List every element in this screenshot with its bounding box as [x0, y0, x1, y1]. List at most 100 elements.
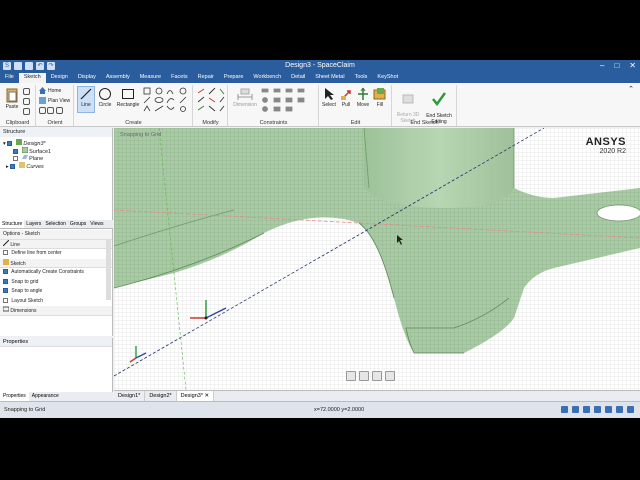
select-button[interactable]: Select [321, 87, 337, 108]
display-icon[interactable] [605, 406, 612, 413]
close-icon[interactable]: ✕ [629, 61, 636, 70]
tab-assembly[interactable]: Assembly [101, 73, 135, 83]
mini-tool-4-icon[interactable] [385, 371, 395, 381]
expand-icon[interactable]: ▸ [6, 164, 9, 170]
expand-icon[interactable]: ▾ [3, 141, 6, 147]
fill-button[interactable]: Fill [372, 87, 388, 108]
3d-viewport[interactable]: Snapping to Grid ANSYS 2020 R2 [114, 128, 640, 390]
view-icon[interactable] [583, 406, 590, 413]
end-sketch-group-label: End Sketch [410, 120, 439, 126]
group-constraints: Dimension Constraints [229, 85, 319, 126]
filter-icon[interactable] [572, 406, 579, 413]
tab-display[interactable]: Display [73, 73, 101, 83]
circle-button[interactable]: Circle [97, 87, 113, 108]
modify-tools-icon[interactable] [196, 87, 226, 114]
auto-constraints-checkbox[interactable] [3, 269, 8, 275]
visibility-checkbox[interactable] [10, 163, 16, 169]
tab-keyshot[interactable]: KeyShot [372, 73, 403, 83]
mini-tool-3-icon[interactable] [372, 371, 382, 381]
tab-measure[interactable]: Measure [135, 73, 166, 83]
tree-item-curves[interactable]: ▸ Curves [3, 161, 109, 170]
constraint-tools-icon[interactable] [261, 87, 317, 114]
snapping-label: Snapping to Grid [120, 132, 162, 138]
visibility-checkbox[interactable] [13, 156, 18, 162]
line-section[interactable]: Line [0, 239, 112, 249]
maximize-icon[interactable]: □ [614, 61, 619, 70]
layout-sketch-option[interactable]: Layout Sketch [0, 297, 112, 307]
paste-button[interactable]: Paste [4, 87, 20, 110]
model-canvas[interactable] [114, 128, 640, 390]
tree-item-plane[interactable]: Plane [3, 154, 109, 162]
tab-structure[interactable]: Structure [0, 220, 25, 228]
plan-view-button[interactable]: Plan View [39, 97, 70, 104]
mini-toolbar [346, 371, 395, 381]
return-3d-button[interactable]: Return 3D Sketch [395, 87, 421, 124]
minimize-icon[interactable]: – [600, 61, 604, 70]
options-title: Options - Sketch [0, 230, 112, 240]
mini-tool-1-icon[interactable] [346, 371, 356, 381]
tab-views[interactable]: Views [88, 220, 105, 228]
fill-icon [373, 88, 386, 100]
visibility-checkbox[interactable] [7, 141, 13, 147]
options-scrollbar[interactable] [106, 240, 111, 300]
tab-design[interactable]: Design [46, 73, 73, 83]
rectangle-button[interactable]: Rectangle [115, 87, 141, 108]
cut-icon[interactable] [23, 88, 30, 97]
snap-to-grid-checkbox[interactable] [3, 278, 8, 284]
group-clipboard: Paste Clipboard [0, 85, 36, 126]
close-tab-icon[interactable]: ✕ [205, 393, 210, 399]
tab-prepare[interactable]: Prepare [219, 73, 249, 83]
snap-to-angle-checkbox[interactable] [3, 288, 8, 294]
sketch-section[interactable]: Sketch [0, 258, 112, 268]
circle-icon [99, 88, 111, 100]
doc-tab-design3[interactable]: Design3* ✕ [176, 391, 215, 401]
tab-groups[interactable]: Groups [68, 220, 88, 228]
home-button[interactable]: Home [39, 87, 61, 94]
tree-item-surface1[interactable]: Surface1 [3, 146, 109, 155]
home-icon [39, 87, 46, 94]
select-mode-icon[interactable] [561, 406, 568, 413]
auto-constraints-option[interactable]: Automatically Create Constraints [0, 268, 112, 278]
tab-file[interactable]: File [0, 73, 19, 83]
dimensions-section[interactable]: Dimensions [0, 306, 112, 316]
tab-repair[interactable]: Repair [193, 73, 219, 83]
visibility-checkbox[interactable] [13, 148, 18, 154]
settings-icon[interactable] [616, 406, 623, 413]
tab-workbench[interactable]: Workbench [248, 73, 286, 83]
surface-icon [21, 146, 29, 153]
select-arrow-icon [325, 88, 334, 100]
tab-facets[interactable]: Facets [166, 73, 193, 83]
mini-tool-2-icon[interactable] [359, 371, 369, 381]
constraints-group-label: Constraints [259, 120, 288, 126]
zoom-icon[interactable] [594, 406, 601, 413]
orient-tools[interactable] [39, 107, 63, 116]
layout-sketch-checkbox[interactable] [3, 297, 8, 303]
line-icon [2, 239, 10, 246]
help-icon[interactable] [627, 406, 634, 413]
tab-appearance[interactable]: Appearance [29, 392, 62, 401]
paste-icon [6, 88, 18, 103]
doc-tab-design2[interactable]: Design2* [145, 391, 177, 401]
tab-properties[interactable]: Properties [0, 392, 29, 401]
format-icon[interactable] [23, 108, 30, 117]
pull-button[interactable]: Pull [338, 87, 354, 108]
define-line-from-center-option[interactable]: Define line from center [0, 249, 112, 259]
copy-icon[interactable] [23, 98, 30, 107]
snap-to-angle-option[interactable]: Snap to angle [0, 287, 112, 297]
tab-sketch[interactable]: Sketch [18, 73, 46, 83]
tree-item-design3[interactable]: ▾ Design3* [3, 139, 109, 147]
create-tools-icon[interactable] [143, 87, 191, 113]
doc-tab-design1[interactable]: Design1* [114, 391, 146, 401]
move-button[interactable]: Move [355, 87, 371, 108]
tab-layers[interactable]: Layers [24, 220, 43, 228]
tab-detail[interactable]: Detail [286, 73, 310, 83]
line-button[interactable]: Line [77, 86, 95, 113]
ribbon-collapse-icon[interactable]: ⌃ [628, 85, 634, 93]
sketch-icon [3, 258, 9, 265]
tab-sheet-metal[interactable]: Sheet Metal [310, 73, 349, 83]
tab-selection[interactable]: Selection [43, 220, 68, 228]
dimension-button[interactable]: Dimension [231, 87, 259, 108]
snap-to-grid-option[interactable]: Snap to grid [0, 278, 112, 288]
define-line-from-center-checkbox[interactable] [3, 250, 8, 256]
tab-tools[interactable]: Tools [350, 73, 373, 83]
